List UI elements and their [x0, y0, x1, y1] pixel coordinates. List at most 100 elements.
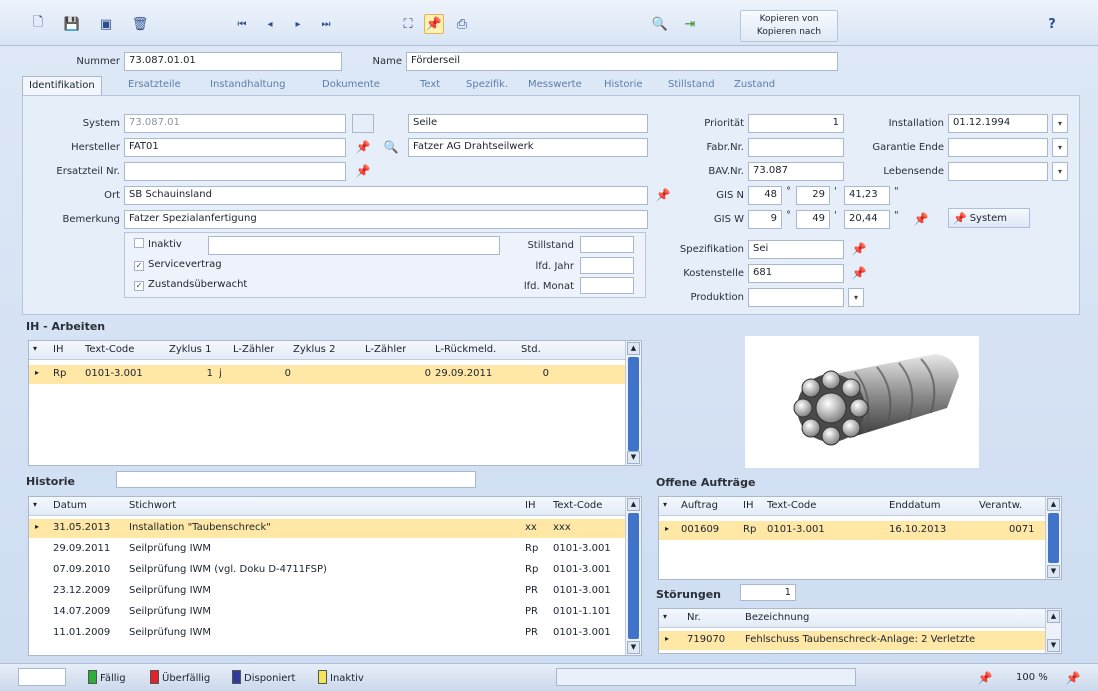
table-row[interactable]: ▸ 31.05.2013 Installation "Taubenschreck… — [29, 519, 625, 538]
help-icon[interactable]: ? — [1042, 14, 1062, 34]
col-lzaehler1[interactable]: L-Zähler — [233, 344, 274, 355]
gis-n-degrees[interactable]: 48 — [748, 186, 782, 205]
kostenstelle-field[interactable]: 681 — [748, 264, 844, 283]
tab-spezifik[interactable]: Spezifik. — [460, 76, 514, 96]
prev-record-icon[interactable]: ◂ — [260, 14, 280, 34]
system-field[interactable]: 73.087.01 — [124, 114, 346, 133]
zoom-in-icon[interactable]: 📌 — [1064, 669, 1082, 687]
pin-icon[interactable]: 📌 — [424, 14, 444, 34]
gis-w-seconds[interactable]: 20,44 — [844, 210, 890, 229]
auftraege-scrollbar[interactable]: ▲ ▼ — [1045, 497, 1061, 579]
historie-scrollbar[interactable]: ▲ ▼ — [625, 497, 641, 655]
col-lzaehler2[interactable]: L-Zähler — [365, 344, 406, 355]
col-zyklus1[interactable]: Zyklus 1 — [169, 344, 211, 355]
col-verantw[interactable]: Verantw. — [979, 500, 1022, 511]
table-row[interactable]: 23.12.2009 Seilprüfung IWM PR 0101-3.001 — [29, 582, 625, 601]
bemerkung-field[interactable]: Fatzer Spezialanfertigung — [124, 210, 648, 229]
tab-historie[interactable]: Historie — [598, 76, 649, 96]
lebensende-dropdown[interactable]: ▾ — [1052, 162, 1068, 181]
fabr-field[interactable] — [748, 138, 844, 157]
produktion-field[interactable] — [748, 288, 844, 307]
col-ih[interactable]: IH — [743, 500, 753, 511]
tab-dokumente[interactable]: Dokumente — [316, 76, 386, 96]
system-lookup-button[interactable] — [352, 114, 374, 133]
hersteller-field[interactable]: FAT01 — [124, 138, 346, 157]
zoom-out-icon[interactable]: 📌 — [976, 669, 994, 687]
col-text-code[interactable]: Text-Code — [767, 500, 816, 511]
tab-instandhaltung[interactable]: Instandhaltung — [204, 76, 291, 96]
tab-messwerte[interactable]: Messwerte — [522, 76, 588, 96]
ersatzteil-pin-icon[interactable]: 📌 — [354, 162, 372, 180]
tab-stillstand[interactable]: Stillstand — [662, 76, 721, 96]
gis-map-pin-icon[interactable]: 📌 — [912, 210, 930, 228]
inaktiv-reason-field[interactable] — [208, 236, 500, 255]
spezifikation-pin-icon[interactable]: 📌 — [850, 240, 868, 258]
stoerungen-scrollbar[interactable]: ▲ ▼ — [1045, 609, 1061, 653]
exit-icon[interactable]: ⇥ — [680, 14, 700, 34]
copy-from-to-button[interactable]: Kopieren von Kopieren nach — [740, 10, 838, 42]
ort-field[interactable]: SB Schauinsland — [124, 186, 648, 205]
table-row[interactable]: 29.09.2011 Seilprüfung IWM Rp 0101-3.001 — [29, 540, 625, 559]
delete-icon[interactable]: 🗑 — [130, 14, 150, 34]
garantie-dropdown[interactable]: ▾ — [1052, 138, 1068, 157]
col-auftrag[interactable]: Auftrag — [681, 500, 718, 511]
col-stichwort[interactable]: Stichwort — [129, 500, 176, 511]
produktion-dropdown[interactable]: ▾ — [848, 288, 864, 307]
table-row[interactable]: 11.01.2009 Seilprüfung IWM PR 0101-3.001 — [29, 624, 625, 643]
nummer-field[interactable]: 73.087.01.01 — [124, 52, 342, 71]
ersatzteil-field[interactable] — [124, 162, 346, 181]
inaktiv-label: Inaktiv — [148, 239, 182, 250]
table-row[interactable]: ▸ Rp 0101-3.001 1 j 0 0 29.09.2011 0 — [29, 365, 625, 384]
table-row[interactable]: ▸ 719070 Fehlschuss Taubenschreck-Anlage… — [659, 631, 1045, 650]
table-row[interactable]: 14.07.2009 Seilprüfung IWM PR 0101-1.101 — [29, 603, 625, 622]
kostenstelle-pin-icon[interactable]: 📌 — [850, 264, 868, 282]
gis-system-button[interactable]: 📌 System — [948, 208, 1030, 228]
tab-text[interactable]: Text — [414, 76, 446, 96]
col-nr[interactable]: Nr. — [687, 612, 701, 623]
garantie-field[interactable] — [948, 138, 1048, 157]
col-ih[interactable]: IH — [53, 344, 63, 355]
gis-n-seconds[interactable]: 41,23 — [844, 186, 890, 205]
col-std[interactable]: Std. — [521, 344, 541, 355]
historie-filter-input[interactable] — [116, 471, 476, 488]
next-record-icon[interactable]: ▸ — [288, 14, 308, 34]
table-row[interactable]: ▸ 001609 Rp 0101-3.001 16.10.2013 0071 — [659, 521, 1045, 540]
col-lrueckmeld[interactable]: L-Rückmeld. — [435, 344, 496, 355]
tab-identifikation[interactable]: Identifikation — [22, 76, 102, 96]
installation-dropdown[interactable]: ▾ — [1052, 114, 1068, 133]
tab-zustand[interactable]: Zustand — [728, 76, 781, 96]
gis-w-minutes[interactable]: 49 — [796, 210, 830, 229]
new-icon[interactable]: 🗋 — [28, 14, 48, 34]
gis-n-minutes[interactable]: 29 — [796, 186, 830, 205]
col-text-code[interactable]: Text-Code — [553, 500, 602, 511]
spezifikation-field[interactable]: Sei — [748, 240, 844, 259]
tab-ersatzteile[interactable]: Ersatzteile — [122, 76, 187, 96]
col-datum[interactable]: Datum — [53, 500, 87, 511]
lfd-jahr-label: lfd. Jahr — [535, 261, 574, 272]
name-field[interactable]: Förderseil — [406, 52, 838, 71]
save-icon[interactable]: 💾 — [62, 14, 82, 34]
col-text-code[interactable]: Text-Code — [85, 344, 134, 355]
lebensende-field[interactable] — [948, 162, 1048, 181]
table-row[interactable]: 07.09.2010 Seilprüfung IWM (vgl. Doku D-… — [29, 561, 625, 580]
hersteller-pin-icon[interactable]: 📌 — [354, 138, 372, 156]
installation-field[interactable]: 01.12.1994 — [948, 114, 1048, 133]
zustand-checkbox[interactable]: ✓ Zustandsüberwacht — [134, 279, 247, 291]
bav-field[interactable]: 73.087 — [748, 162, 844, 181]
col-enddatum[interactable]: Enddatum — [889, 500, 940, 511]
last-record-icon[interactable]: ⏭ — [316, 14, 336, 34]
prioritaet-field[interactable]: 1 — [748, 114, 844, 133]
binoculars-icon[interactable]: ⛶ — [398, 14, 418, 34]
col-bezeichnung[interactable]: Bezeichnung — [745, 612, 809, 623]
inaktiv-checkbox[interactable]: Inaktiv — [134, 238, 182, 250]
save-close-icon[interactable]: ▣ — [96, 14, 116, 34]
ih-scrollbar[interactable]: ▲ ▼ — [625, 341, 641, 465]
first-record-icon[interactable]: ⏮ — [232, 14, 252, 34]
search-key-icon[interactable]: 🔍 — [650, 14, 670, 34]
gis-w-degrees[interactable]: 9 — [748, 210, 782, 229]
col-zyklus2[interactable]: Zyklus 2 — [293, 344, 335, 355]
servicevertrag-checkbox[interactable]: ✓ Servicevertrag — [134, 259, 222, 271]
hersteller-search-icon[interactable]: 🔍 — [382, 138, 400, 156]
col-ih[interactable]: IH — [525, 500, 535, 511]
print-icon[interactable]: ⎙ — [452, 14, 472, 34]
